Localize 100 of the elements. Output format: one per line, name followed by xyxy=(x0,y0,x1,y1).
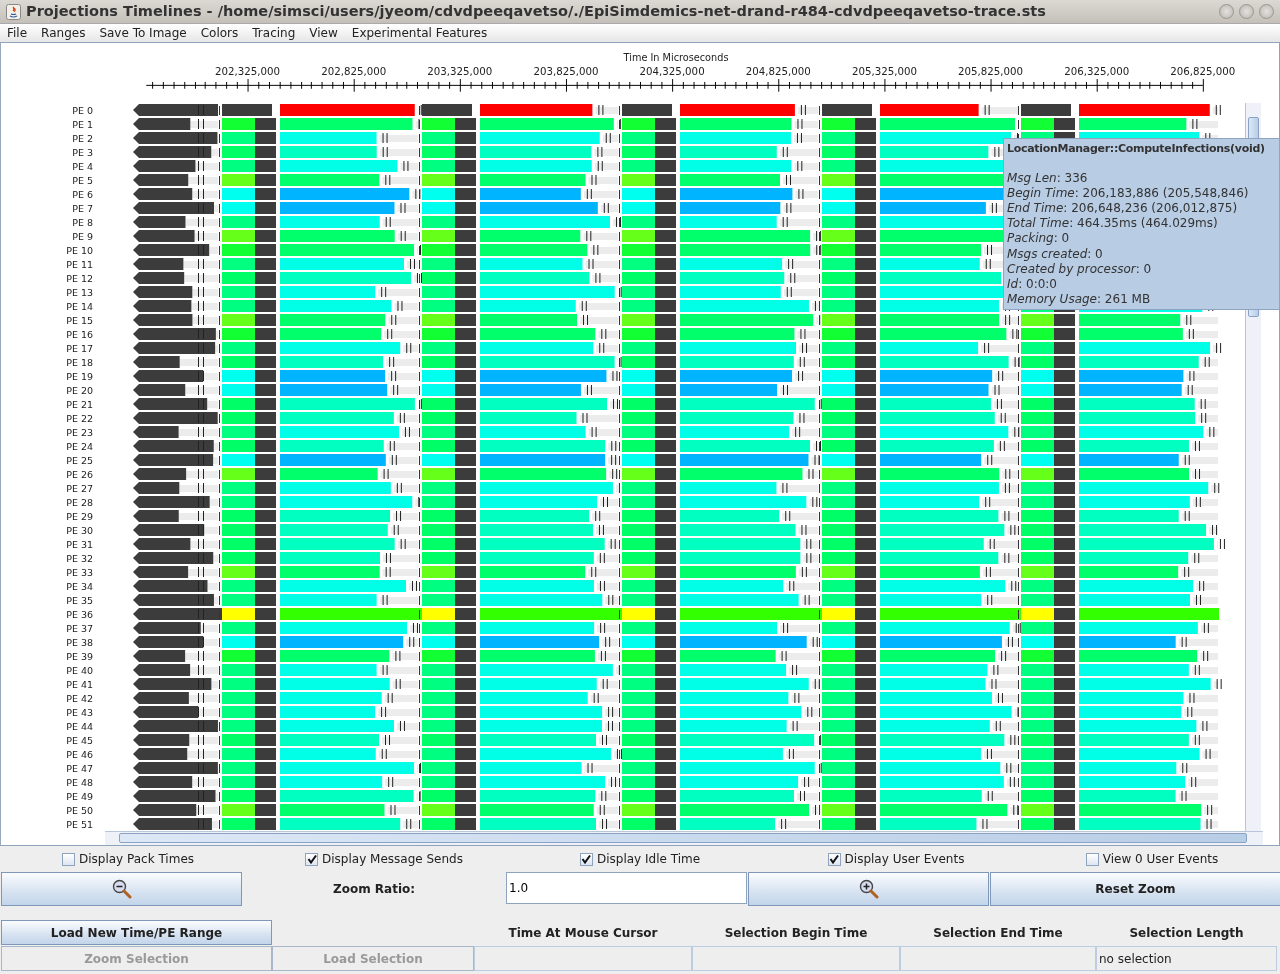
pe-label: PE 48 xyxy=(66,776,93,790)
pe-label: PE 11 xyxy=(66,258,93,272)
menu-item[interactable]: Ranges xyxy=(41,24,86,42)
pe-label: PE 45 xyxy=(66,734,93,748)
axis-tick-label: 202,325,000 xyxy=(215,66,281,78)
pe-label: PE 20 xyxy=(66,384,93,398)
tooltip-line: Msgs created: 0 xyxy=(1007,246,1104,262)
column-header: Selection Length xyxy=(1128,925,1245,942)
pe-label: PE 4 xyxy=(72,160,93,174)
pe-label: PE 46 xyxy=(66,748,93,762)
pe-label: PE 33 xyxy=(66,566,93,580)
pe-label: PE 41 xyxy=(66,678,93,692)
pe-label: PE 18 xyxy=(66,356,93,370)
menu-item[interactable]: Experimental Features xyxy=(351,24,488,42)
axis-tick-label: 205,325,000 xyxy=(851,66,917,78)
pe-label: PE 37 xyxy=(66,622,93,636)
pe-label: PE 31 xyxy=(66,538,93,552)
pe-label: PE 29 xyxy=(66,510,93,524)
checkbox[interactable] xyxy=(1085,852,1099,866)
pe-label: PE 40 xyxy=(66,664,93,678)
checkbox-label: Display Pack Times xyxy=(78,851,195,868)
zoom-out-icon xyxy=(111,879,132,899)
pe-label: PE 27 xyxy=(66,482,93,496)
pe-label: PE 2 xyxy=(72,132,93,146)
zoom-out-button[interactable] xyxy=(1,872,242,906)
axis-tick-label: 202,825,000 xyxy=(321,66,387,78)
checkbox[interactable] xyxy=(579,852,593,866)
tooltip-title: LocationManager::ComputeInfections(void) xyxy=(1007,141,1266,157)
horizontal-scrollbar[interactable] xyxy=(105,831,1263,845)
zoom-in-icon xyxy=(858,879,879,899)
pe-label: PE 43 xyxy=(66,706,93,720)
zoom-ratio-label: Zoom Ratio: xyxy=(331,881,417,898)
pe-label: PE 5 xyxy=(72,174,93,188)
axis-tick-label: 203,825,000 xyxy=(533,66,599,78)
pe-label: PE 23 xyxy=(66,426,93,440)
column-header: Time At Mouse Cursor xyxy=(507,925,659,942)
pe-label: PE 44 xyxy=(66,720,93,734)
pe-label: PE 34 xyxy=(66,580,93,594)
pe-label: PE 13 xyxy=(66,286,93,300)
axis-tick-label: 205,825,000 xyxy=(958,66,1024,78)
menu-item[interactable]: View xyxy=(309,24,338,42)
pe-label: PE 50 xyxy=(66,804,93,818)
pe-label: PE 21 xyxy=(66,398,93,412)
pe-label: PE 10 xyxy=(66,244,93,258)
pe-label: PE 7 xyxy=(72,202,93,216)
axis-tick-label: 206,825,000 xyxy=(1170,66,1236,78)
menu-item[interactable]: Colors xyxy=(200,24,239,42)
tooltip-line: Msg Len: 336 xyxy=(1007,171,1089,187)
reset-zoom-button[interactable]: Reset Zoom xyxy=(990,872,1280,906)
column-header: Selection Begin Time xyxy=(723,925,869,942)
zoom-in-button[interactable] xyxy=(748,872,989,906)
column-header: Selection End Time xyxy=(932,925,1064,942)
menu-item[interactable]: File xyxy=(7,24,28,42)
action-button[interactable]: Load New Time/PE Range xyxy=(1,920,272,945)
pe-label: PE 51 xyxy=(66,818,93,832)
scrollbar-thumb[interactable] xyxy=(119,833,1247,844)
table-cell: no selection xyxy=(1096,946,1277,971)
tooltip-line: Begin Time: 206,183,886 (205,548,846) xyxy=(1007,186,1250,202)
pe-label: PE 26 xyxy=(66,468,93,482)
checkbox[interactable] xyxy=(827,852,841,866)
checkbox-label: View 0 User Events xyxy=(1102,851,1219,868)
pe-label: PE 38 xyxy=(66,636,93,650)
maximize-button[interactable] xyxy=(1239,4,1254,19)
pe-label: PE 19 xyxy=(66,370,93,384)
pe-label: PE 25 xyxy=(66,454,93,468)
axis-tick-label: 206,325,000 xyxy=(1064,66,1130,78)
pe-label: PE 15 xyxy=(66,314,93,328)
checkbox-label: Display User Events xyxy=(844,851,965,868)
pe-label: PE 6 xyxy=(72,188,93,202)
zoom-ratio-field[interactable]: 1.0 xyxy=(506,872,747,904)
pe-label: PE 1 xyxy=(72,118,93,132)
pe-label: PE 12 xyxy=(66,272,93,286)
menu-item[interactable]: Save To Image xyxy=(99,24,187,42)
pe-label: PE 0 xyxy=(72,104,93,118)
pe-label: PE 16 xyxy=(66,328,93,342)
pe-label: PE 36 xyxy=(66,608,93,622)
checkbox-label: Display Idle Time xyxy=(596,851,701,868)
tooltip-line: Id: 0:0:0 xyxy=(1007,276,1058,292)
close-button[interactable] xyxy=(1259,4,1274,19)
pe-label: PE 14 xyxy=(66,300,93,314)
axis-tick-label: 203,325,000 xyxy=(427,66,493,78)
axis-tick-label: 204,325,000 xyxy=(639,66,705,78)
checkbox[interactable] xyxy=(305,852,319,866)
pe-label: PE 22 xyxy=(66,412,93,426)
axis-tick-label: 204,825,000 xyxy=(745,66,811,78)
pe-label: PE 49 xyxy=(66,790,93,804)
pe-label: PE 30 xyxy=(66,524,93,538)
pe-label: PE 28 xyxy=(66,496,93,510)
tooltip-line: Total Time: 464.35ms (464.029ms) xyxy=(1007,216,1219,232)
pe-label: PE 39 xyxy=(66,650,93,664)
pe-label: PE 3 xyxy=(72,146,93,160)
checkbox-label: Display Message Sends xyxy=(322,851,463,868)
minimize-button[interactable] xyxy=(1219,4,1234,19)
app-icon xyxy=(6,3,21,20)
menu-item[interactable]: Tracing xyxy=(252,24,296,42)
tooltip-line: Created by processor: 0 xyxy=(1007,261,1153,277)
tooltip-line: End Time: 206,648,236 (206,012,875) xyxy=(1007,201,1239,217)
window-title: Projections Timelines - /home/simsci/users/jyeom/cdvdpeeqavetso/./EpiSimdemics-net-drand-r484-cdvdpeeqavetso-trace.sts xyxy=(26,1,1046,21)
checkbox[interactable] xyxy=(61,852,75,866)
pe-label: PE 8 xyxy=(72,216,93,230)
